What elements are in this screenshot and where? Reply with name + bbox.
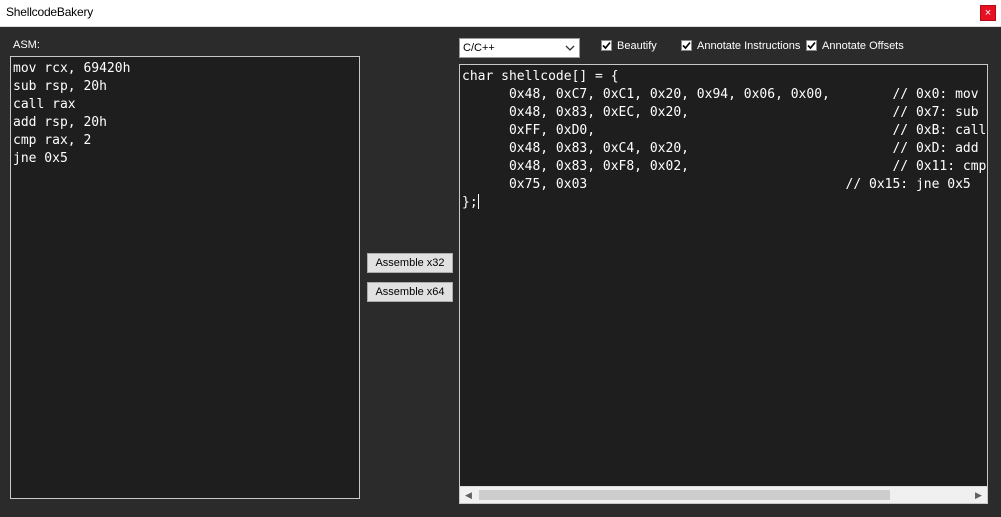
beautify-checkbox[interactable]: Beautify — [601, 40, 657, 54]
language-select-value: C/C++ — [463, 42, 495, 54]
shellcode-output-text: char shellcode[] = { 0x48, 0xC7, 0xC1, 0… — [462, 68, 988, 212]
text-caret — [477, 194, 479, 209]
horizontal-scrollbar[interactable]: ◀ ▶ — [460, 486, 987, 503]
annotate-instructions-label: Annotate Instructions — [697, 40, 801, 52]
check-icon — [682, 41, 691, 50]
title-bar: ShellcodeBakery × — [0, 0, 1001, 27]
annotate-offsets-checkbox-box[interactable] — [806, 40, 817, 51]
annotate-offsets-label: Annotate Offsets — [822, 40, 904, 52]
beautify-checkbox-box[interactable] — [601, 40, 612, 51]
output-line: 0xFF, 0xD0, // 0xB: call rax — [462, 123, 988, 138]
asm-line: mov rcx, 69420h — [13, 61, 131, 76]
asm-input[interactable]: mov rcx, 69420h sub rsp, 20h call rax add r… — [10, 56, 360, 499]
annotate-instructions-checkbox[interactable]: Annotate Instructions — [681, 40, 800, 54]
asm-line: sub rsp, 20h — [13, 79, 107, 94]
asm-line: jne 0x5 — [13, 151, 68, 166]
asm-line: cmp rax, 2 — [13, 133, 92, 148]
language-select[interactable]: C/C++ — [459, 38, 580, 58]
check-icon — [602, 41, 611, 50]
asm-label: ASM: — [13, 39, 40, 51]
check-icon — [807, 41, 816, 50]
asm-line: add rsp, 20h — [13, 115, 107, 130]
shellcode-output[interactable]: char shellcode[] = { 0x48, 0xC7, 0xC1, 0… — [459, 64, 988, 504]
beautify-label: Beautify — [617, 40, 657, 52]
output-line: 0x48, 0xC7, 0xC1, 0x20, 0x94, 0x06, 0x00… — [508, 87, 987, 102]
output-line: 0x48, 0x83, 0xEC, 0x20, // 0x7: sub rsp,… — [508, 105, 987, 120]
output-line: 0x48, 0x83, 0xC4, 0x20, // 0xD: add rsp,… — [508, 141, 987, 156]
output-line: char shellcode[] = { — [462, 69, 619, 84]
annotate-offsets-checkbox[interactable]: Annotate Offsets — [806, 40, 904, 54]
scroll-right-icon[interactable]: ▶ — [970, 487, 987, 503]
window-title: ShellcodeBakery — [6, 5, 94, 19]
assemble-x32-button[interactable]: Assemble x32 — [367, 253, 453, 273]
annotate-instructions-checkbox-box[interactable] — [681, 40, 692, 51]
scroll-left-icon[interactable]: ◀ — [460, 487, 477, 503]
assemble-x64-button[interactable]: Assemble x64 — [367, 282, 453, 302]
output-line: 0x48, 0x83, 0xF8, 0x02, // 0x11: cmp rax… — [462, 159, 988, 174]
scrollbar-thumb[interactable] — [479, 490, 890, 500]
chevron-down-icon — [565, 45, 575, 51]
close-icon: × — [984, 7, 992, 19]
asm-line: call rax — [13, 97, 76, 112]
output-line: 0x75, 0x03 // 0x15: jne 0x5 — [462, 177, 971, 192]
output-line: }; — [462, 194, 479, 210]
close-button[interactable]: × — [980, 5, 996, 21]
